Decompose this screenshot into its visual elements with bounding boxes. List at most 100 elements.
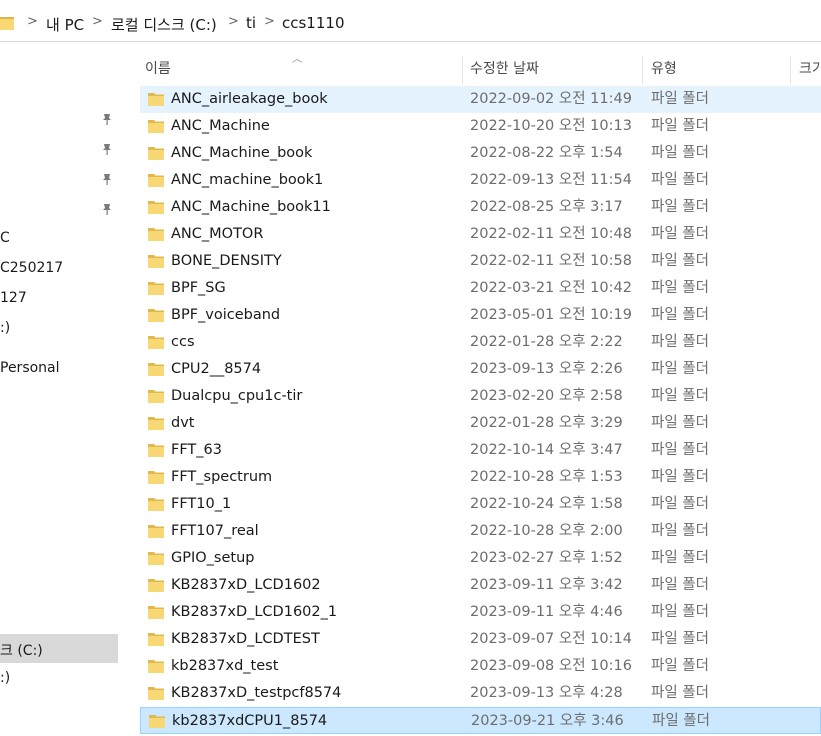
- pin-icon[interactable]: [100, 172, 114, 186]
- pin-icon[interactable]: [100, 142, 114, 156]
- nav-item-c250217[interactable]: C250217: [0, 260, 63, 276]
- file-date: 2022-10-28 오후 1:53: [470, 469, 623, 485]
- file-type: 파일 폴더: [651, 523, 709, 539]
- sort-ascending-icon: ︿: [292, 54, 302, 65]
- file-row[interactable]: ANC_machine_book1 2022-09-13 오전 11:54 파일 폴…: [140, 167, 821, 194]
- folder-icon: [148, 363, 164, 376]
- pin-icon[interactable]: [100, 202, 114, 216]
- file-row[interactable]: dvt 2022-01-28 오후 3:29 파일 폴더: [140, 410, 821, 437]
- file-type: 파일 폴더: [652, 713, 710, 729]
- file-row[interactable]: KB2837xD_LCDTEST 2023-09-07 오전 10:14 파일 폴더: [140, 626, 821, 653]
- column-type[interactable]: 유형: [651, 52, 677, 86]
- file-name: KB2837xD_testpcf8574: [171, 685, 342, 701]
- file-type: 파일 폴더: [651, 685, 709, 701]
- file-date: 2023-09-21 오후 3:46: [471, 713, 624, 729]
- file-row[interactable]: BPF_voiceband 2023-05-01 오전 10:19 파일 폴더: [140, 302, 821, 329]
- file-date: 2022-08-22 오후 1:54: [470, 145, 623, 161]
- file-row[interactable]: FFT_63 2022-10-14 오후 3:47 파일 폴더: [140, 437, 821, 464]
- file-row[interactable]: ANC_MOTOR 2022-02-11 오전 10:48 파일 폴더: [140, 221, 821, 248]
- file-type: 파일 폴더: [651, 91, 709, 107]
- column-divider[interactable]: [462, 56, 463, 84]
- file-row[interactable]: FFT107_real 2022-10-28 오후 2:00 파일 폴더: [140, 518, 821, 545]
- file-row[interactable]: KB2837xD_testpcf8574 2023-09-13 오후 4:28 파일…: [140, 680, 821, 707]
- folder-icon: [148, 228, 164, 241]
- file-row[interactable]: ANC_Machine_book 2022-08-22 오후 1:54 파일 폴더: [140, 140, 821, 167]
- file-row[interactable]: FFT_spectrum 2022-10-28 오후 1:53 파일 폴더: [140, 464, 821, 491]
- file-row[interactable]: KB2837xD_LCD1602 2023-09-11 오후 3:42 파일 폴더: [140, 572, 821, 599]
- folder-icon: [148, 282, 164, 295]
- breadcrumb-separator: >: [264, 14, 275, 29]
- file-date: 2023-05-01 오전 10:19: [470, 307, 632, 323]
- file-name: ANC_airleakage_book: [171, 91, 328, 107]
- file-date: 2022-08-25 오후 3:17: [470, 199, 623, 215]
- nav-item-pc[interactable]: C: [0, 230, 10, 246]
- file-name: ANC_machine_book1: [171, 172, 324, 188]
- nav-item-local-disk[interactable]: 크 (C:): [0, 640, 43, 660]
- folder-icon: [148, 687, 164, 700]
- file-row[interactable]: kb2837xdCPU1_8574 2023-09-21 오후 3:46 파일 폴더: [140, 707, 821, 734]
- file-type: 파일 폴더: [651, 442, 709, 458]
- file-name: ANC_Machine_book11: [171, 199, 331, 215]
- file-date: 2023-09-13 오후 2:26: [470, 361, 623, 377]
- file-type: 파일 폴더: [651, 604, 709, 620]
- folder-icon: [148, 147, 164, 160]
- file-name: kb2837xdCPU1_8574: [172, 713, 328, 729]
- nav-item-personal[interactable]: Personal: [0, 360, 60, 376]
- file-name: ccs: [171, 334, 195, 350]
- column-size[interactable]: 크기: [799, 52, 821, 86]
- file-row[interactable]: ANC_Machine_book11 2022-08-25 오후 3:17 파일 폴…: [140, 194, 821, 221]
- file-type: 파일 폴더: [651, 280, 709, 296]
- file-row[interactable]: KB2837xD_LCD1602_1 2023-09-11 오후 4:46 파일 폴…: [140, 599, 821, 626]
- file-row[interactable]: ANC_airleakage_book 2022-09-02 오전 11:49 파일…: [140, 86, 821, 113]
- file-row[interactable]: BPF_SG 2022-03-21 오전 10:42 파일 폴더: [140, 275, 821, 302]
- breadcrumb-my-pc[interactable]: 내 PC: [46, 14, 84, 35]
- file-row[interactable]: CPU2__8574 2023-09-13 오후 2:26 파일 폴더: [140, 356, 821, 383]
- file-name: GPIO_setup: [171, 550, 255, 566]
- file-name: BONE_DENSITY: [171, 253, 282, 269]
- file-row[interactable]: Dualcpu_cpu1c-tir 2023-02-20 오후 2:58 파일 폴더: [140, 383, 821, 410]
- column-name[interactable]: 이름: [145, 52, 171, 86]
- file-date: 2023-09-08 오전 10:16: [470, 658, 632, 674]
- folder-icon: [148, 417, 164, 430]
- column-header: ︿ 이름 수정한 날짜 유형 크기: [140, 52, 821, 86]
- nav-item-drive-2[interactable]: :): [0, 670, 10, 686]
- file-type: 파일 폴더: [651, 172, 709, 188]
- column-divider[interactable]: [642, 56, 643, 84]
- breadcrumb-separator: >: [27, 14, 38, 29]
- file-name: Dualcpu_cpu1c-tir: [171, 388, 303, 404]
- folder-icon: [149, 715, 165, 728]
- pin-icon[interactable]: [100, 112, 114, 126]
- file-date: 2022-10-14 오후 3:47: [470, 442, 623, 458]
- file-date: 2022-10-28 오후 2:00: [470, 523, 623, 539]
- breadcrumb-local-disk[interactable]: 로컬 디스크 (C:): [111, 14, 217, 35]
- file-name: KB2837xD_LCDTEST: [171, 631, 320, 647]
- folder-icon: [148, 552, 164, 565]
- file-date: 2022-10-20 오전 10:13: [470, 118, 632, 134]
- folder-icon: [148, 471, 164, 484]
- breadcrumb-ccs1110[interactable]: ccs1110: [282, 14, 344, 32]
- nav-item-drive[interactable]: :): [0, 320, 10, 336]
- folder-icon: [148, 390, 164, 403]
- nav-item-127[interactable]: 127: [0, 290, 27, 306]
- column-divider[interactable]: [790, 56, 791, 84]
- file-date: 2022-09-02 오전 11:49: [470, 91, 632, 107]
- breadcrumb-ti[interactable]: ti: [246, 14, 256, 32]
- file-row[interactable]: FFT10_1 2022-10-24 오후 1:58 파일 폴더: [140, 491, 821, 518]
- folder-icon: [0, 17, 14, 30]
- file-row[interactable]: GPIO_setup 2023-02-27 오후 1:52 파일 폴더: [140, 545, 821, 572]
- file-row[interactable]: kb2837xd_test 2023-09-08 오전 10:16 파일 폴더: [140, 653, 821, 680]
- file-name: BPF_SG: [171, 280, 226, 296]
- file-name: CPU2__8574: [171, 361, 262, 377]
- file-row[interactable]: BONE_DENSITY 2022-02-11 오전 10:58 파일 폴더: [140, 248, 821, 275]
- file-name: FFT10_1: [171, 496, 232, 512]
- file-type: 파일 폴더: [651, 253, 709, 269]
- file-name: kb2837xd_test: [171, 658, 279, 674]
- column-date[interactable]: 수정한 날짜: [470, 52, 539, 86]
- file-row[interactable]: ANC_Machine 2022-10-20 오전 10:13 파일 폴더: [140, 113, 821, 140]
- file-date: 2022-01-28 오후 2:22: [470, 334, 623, 350]
- address-bar[interactable]: > 내 PC > 로컬 디스크 (C:) > ti > ccs1110: [0, 4, 821, 42]
- file-date: 2023-09-13 오후 4:28: [470, 685, 623, 701]
- folder-icon: [148, 606, 164, 619]
- file-row[interactable]: ccs 2022-01-28 오후 2:22 파일 폴더: [140, 329, 821, 356]
- file-name: dvt: [171, 415, 195, 431]
